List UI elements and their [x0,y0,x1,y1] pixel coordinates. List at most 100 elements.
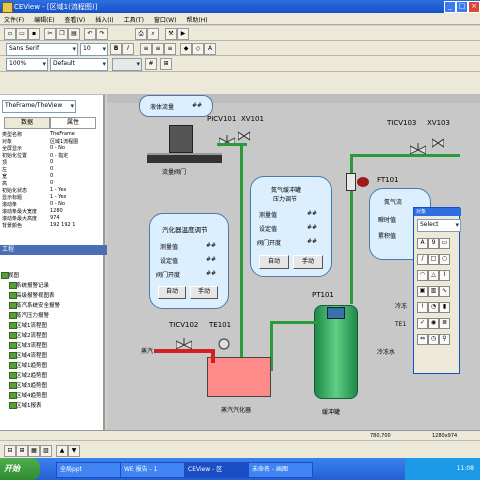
tool-slider-icon[interactable]: ⇔ [417,334,428,345]
property-value[interactable]: 0 [50,159,53,165]
task-ceview[interactable]: CEView - 区 [184,462,249,478]
zoom-select[interactable]: 100% [6,58,48,71]
tree-item[interactable]: 区域3趋势图 [9,381,110,389]
tree-item[interactable]: 区域1报表 [9,401,110,409]
grid-icon[interactable]: # [145,58,157,70]
property-row[interactable]: 滚动条最大宽度 1280 [2,208,102,215]
property-value[interactable]: 1280 [50,208,63,214]
heater-auto-button[interactable]: 自动 [158,286,186,299]
distribute-icon[interactable]: ⊞ [16,445,28,457]
tool-text-icon[interactable]: A [417,238,428,249]
tree-item[interactable]: 高级报警视图表 [9,291,110,299]
line-color-icon[interactable]: ◇ [192,43,204,55]
menu-tools[interactable]: 工具(T) [120,13,148,24]
tool-trend-icon[interactable]: ∿ [439,286,450,297]
property-row[interactable]: 背景颜色 192 192 1 [2,222,102,229]
text-color-icon[interactable]: A [204,43,216,55]
valve-xv103-icon[interactable] [432,137,444,149]
property-row[interactable]: 滚动条最大高度 974 [2,215,102,222]
property-value[interactable]: 1 - Yes [50,194,66,200]
run-icon[interactable]: ▶ [177,28,189,40]
tool-image-icon[interactable]: ▣ [417,286,428,297]
close-button[interactable]: × [468,1,480,13]
group-icon[interactable]: ▦ [28,445,40,457]
valve-xv101-icon[interactable] [238,130,250,142]
new-icon[interactable]: ▫ [4,28,16,40]
font-size-select[interactable]: 10 [80,43,108,56]
open-icon[interactable]: ▭ [16,28,28,40]
bold-button[interactable]: B [110,43,122,55]
tree-item[interactable]: 区域1流程图 [9,321,110,329]
save-icon[interactable]: ▪ [28,28,40,40]
layer-select[interactable]: Default [50,58,108,71]
align-left-icon[interactable]: ≡ [140,43,152,55]
menu-insert[interactable]: 插入(I) [91,13,117,24]
property-row[interactable]: 类型名称 TheFrame [2,131,102,138]
property-value[interactable]: 区域1流程图 [50,138,78,145]
tree-item[interactable]: 区域2流程图 [9,331,110,339]
back-icon[interactable]: ▼ [68,445,80,457]
property-row[interactable]: 初始化状态 1 - Yes [2,187,102,194]
tree-item[interactable]: 区域3流程图 [9,341,110,349]
property-row[interactable]: 滚动条 0 - No [2,201,102,208]
property-row[interactable]: 对象 区域1流程图 [2,138,102,145]
fill-color-icon[interactable]: ◆ [180,43,192,55]
menu-window[interactable]: 窗口(W) [150,13,181,24]
tree-item[interactable]: 区域4趋势图 [9,391,110,399]
property-value[interactable]: 1 - Yes [50,187,66,193]
property-value[interactable]: 0 [50,173,53,179]
menu-file[interactable]: 文件(F) [0,13,28,24]
property-value[interactable]: 0 - No [50,201,65,207]
tool-chart-icon[interactable]: ▥ [428,286,439,297]
font-select[interactable]: Sans Serif [6,43,78,56]
property-row[interactable]: 全屏显示 0 - No [2,145,102,152]
object-selector[interactable]: TheFrame/TheView [2,100,76,113]
task-report[interactable]: WE 报告 - 1 [120,462,185,478]
tool-polygon-icon[interactable]: △ [428,270,439,281]
tool-rect-icon[interactable]: □ [428,254,439,265]
tool-icon[interactable]: ⚒ [165,28,177,40]
paste-icon[interactable]: ▤ [68,28,80,40]
tool-radio-icon[interactable]: ◉ [428,318,439,329]
tool-line-icon[interactable]: / [417,254,428,265]
property-value[interactable]: 0 - 指定 [50,152,68,159]
property-row[interactable]: 左0 [2,166,102,173]
tree-item[interactable]: 蒸汽系统安全报警 [9,301,110,309]
property-value[interactable]: 0 [50,166,53,172]
tool-alarm-icon[interactable]: ! [417,302,428,313]
align-icon[interactable]: ⊟ [4,445,16,457]
tool-ellipse-icon[interactable]: ○ [439,254,450,265]
tree-item[interactable]: 蒸汽压力报警 [9,311,110,319]
blank-select[interactable] [112,58,142,71]
tree-item[interactable]: 系统报警记录 [9,281,110,289]
snap-icon[interactable]: ⊞ [160,58,172,70]
tool-clock-icon[interactable]: ◷ [428,334,439,345]
property-value[interactable]: 0 - No [50,145,65,151]
menu-view[interactable]: 查看(V) [60,13,89,24]
copy-icon[interactable]: ❐ [56,28,68,40]
align-center-icon[interactable]: ≡ [152,43,164,55]
print-icon[interactable]: ⎙ [135,28,147,40]
tool-gauge-icon[interactable]: ◔ [428,302,439,313]
start-button[interactable]: 开始 [0,458,40,480]
tree-item[interactable]: 区域4流程图 [9,351,110,359]
tool-link-icon[interactable]: ⚲ [439,334,450,345]
tool-list-icon[interactable]: ≣ [439,318,450,329]
front-icon[interactable]: ▲ [56,445,68,457]
tab-data[interactable]: 数据 [4,117,50,129]
tool-poly-icon[interactable]: ⌇ [439,270,450,281]
property-value[interactable]: 0 [50,180,53,186]
pressure-gauge-icon[interactable] [327,307,345,319]
pressure-manual-button[interactable]: 手动 [293,255,323,269]
valve-picv101-icon[interactable] [219,135,235,149]
tree-item[interactable]: 视图 [1,271,102,279]
toolbox-select[interactable]: Select [417,219,461,232]
align-right-icon[interactable]: ≡ [164,43,176,55]
task-ppt[interactable]: 全局ppt [56,462,121,478]
tree-item[interactable]: 区域1趋势图 [9,361,110,369]
heater-manual-button[interactable]: 手动 [190,286,218,299]
task-paint[interactable]: 未命名 - 画图 [248,462,313,478]
ungroup-icon[interactable]: ▧ [40,445,52,457]
property-value[interactable]: 974 [50,215,60,221]
cut-icon[interactable]: ✂ [44,28,56,40]
